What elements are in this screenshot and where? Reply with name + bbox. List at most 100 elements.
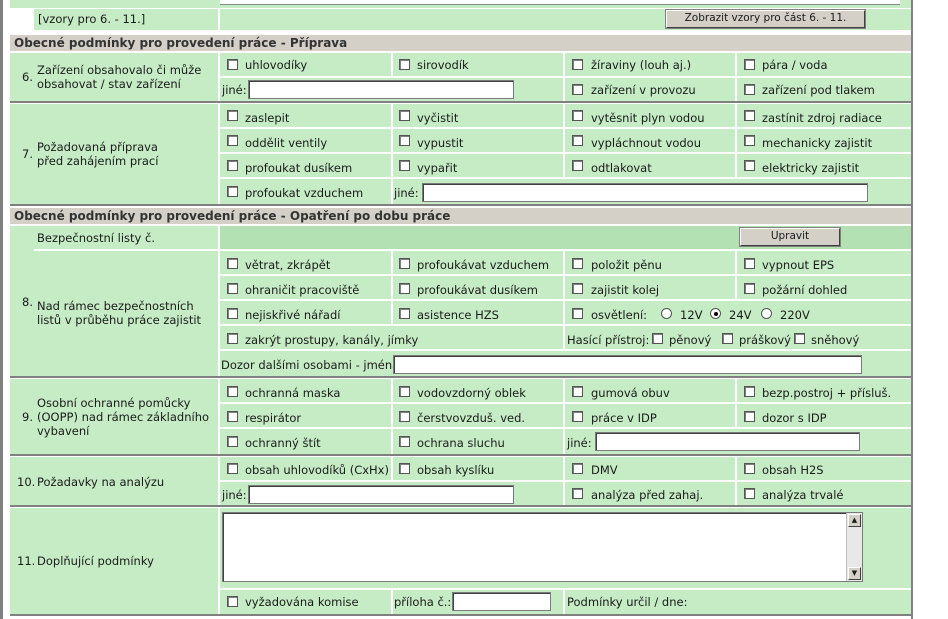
label-shield-radiation: zastínit zdroj radiace: [762, 111, 882, 125]
safety-sheets-label: Bezpečnostní listy č.: [37, 231, 155, 245]
checkbox-purge-n2[interactable]: [227, 160, 238, 171]
row11-num: 11.: [17, 554, 36, 568]
conditions-set-by-label: Podmínky určil / dne:: [567, 595, 688, 609]
row10-other-input[interactable]: [248, 485, 514, 504]
checkbox-cover-openings[interactable]: [227, 333, 238, 344]
checkbox-isolate-valves[interactable]: [227, 135, 238, 146]
row9-title-l3: vybavení: [37, 424, 90, 438]
row11-title: Doplňující podmínky: [37, 554, 154, 568]
checkbox-ventilate[interactable]: [227, 258, 238, 269]
label-steam-water: pára / voda: [762, 58, 828, 72]
show-templates-button[interactable]: Zobrazit vzory pro část 6. - 11.: [665, 9, 866, 29]
radio-12v[interactable]: [661, 308, 672, 319]
checkbox-blind[interactable]: [227, 110, 238, 121]
supervision-input[interactable]: [393, 355, 862, 374]
checkbox-idp-supervision[interactable]: [744, 411, 755, 422]
checkbox-blow-air[interactable]: [399, 258, 410, 269]
checkbox-nonspark-tools[interactable]: [227, 308, 238, 319]
scroll-down-icon[interactable]: ▼: [848, 567, 861, 580]
edit-button[interactable]: Upravit: [739, 227, 841, 247]
extinguisher-label: Hasící přístroj:: [567, 333, 650, 347]
checkbox-shield-radiation[interactable]: [744, 110, 755, 121]
checkbox-powder-ext[interactable]: [722, 333, 733, 344]
checkbox-hzs-assist[interactable]: [399, 308, 410, 319]
checkbox-rubber-boots[interactable]: [572, 386, 583, 397]
checkbox-h2s[interactable]: [399, 59, 410, 70]
checkbox-under-pressure[interactable]: [744, 84, 755, 95]
textarea-scrollbar[interactable]: ▲ ▼: [846, 513, 862, 581]
row9-other-input[interactable]: [595, 432, 860, 451]
row8-num: 8.: [22, 295, 33, 309]
additional-conditions-textarea[interactable]: ▲ ▼: [222, 512, 863, 582]
label-hc-content: obsah uhlovodíků (CxHx): [245, 463, 389, 477]
checkbox-flush-water[interactable]: [572, 135, 583, 146]
row7-num: 7.: [22, 147, 33, 161]
checkbox-depressurize[interactable]: [572, 160, 583, 171]
checkbox-elec-secure[interactable]: [744, 160, 755, 171]
checkbox-foam[interactable]: [572, 258, 583, 269]
label-foam: položit pěnu: [591, 258, 662, 272]
checkbox-analysis-before[interactable]: [572, 488, 583, 499]
checkbox-fence-area[interactable]: [227, 283, 238, 294]
checkbox-mech-secure[interactable]: [744, 135, 755, 146]
checkbox-steam-water[interactable]: [744, 59, 755, 70]
checkbox-face-shield[interactable]: [227, 436, 238, 447]
checkbox-drain[interactable]: [399, 135, 410, 146]
checkbox-blow-n2[interactable]: [399, 283, 410, 294]
checkbox-o2-content[interactable]: [399, 463, 410, 474]
checkbox-eps-off[interactable]: [744, 258, 755, 269]
row6-num: 6.: [22, 70, 33, 84]
checkbox-snow-ext[interactable]: [794, 333, 805, 344]
checkbox-lighting[interactable]: [572, 308, 583, 319]
label-gas-mask: ochranná maska: [245, 386, 341, 400]
label-displace-gas: vytěsnit plyn vodou: [591, 111, 705, 125]
radio-24v[interactable]: [710, 308, 721, 319]
label-drain: vypustit: [417, 136, 464, 150]
checkbox-evaporate[interactable]: [399, 160, 410, 171]
label-dmv: DMV: [591, 463, 618, 477]
row7-other-input[interactable]: [422, 183, 868, 202]
label-cover-openings: zakrýt prostupy, kanály, jímky: [245, 333, 419, 347]
label-purge-air: profoukat vzduchem: [245, 186, 364, 200]
checkbox-hydrocarbons[interactable]: [227, 59, 238, 70]
vzory-label: [vzory pro 6. - 11.]: [38, 12, 146, 26]
checkbox-hearing[interactable]: [399, 436, 410, 447]
label-fresh-air: čerstvovzduš. ved.: [417, 411, 526, 425]
label-isolate-valves: oddělit ventily: [245, 136, 328, 150]
row6-title-l2: obsahovat / stav zařízení: [37, 77, 181, 91]
checkbox-harness[interactable]: [744, 386, 755, 397]
checkbox-purge-air[interactable]: [227, 186, 238, 197]
radio-220v[interactable]: [761, 308, 772, 319]
attachment-input[interactable]: [452, 592, 551, 611]
label-foam-ext: pěnový: [669, 333, 712, 347]
label-idp-work: práce v IDP: [591, 411, 657, 425]
checkbox-gas-mask[interactable]: [227, 386, 238, 397]
checkbox-caustics[interactable]: [572, 59, 583, 70]
checkbox-clean[interactable]: [399, 110, 410, 121]
left-border: [0, 0, 3, 619]
checkbox-fresh-air[interactable]: [399, 411, 410, 422]
permit-form: [vzory pro 6. - 11.] Zobrazit vzory pro …: [10, 0, 911, 619]
label-24v: 24V: [729, 308, 752, 322]
checkbox-analysis-continuous[interactable]: [744, 488, 755, 499]
checkbox-committee[interactable]: [227, 596, 238, 607]
label-eps-off: vypnout EPS: [762, 258, 835, 272]
checkbox-dmv[interactable]: [572, 463, 583, 474]
checkbox-displace-gas[interactable]: [572, 110, 583, 121]
checkbox-secure-track[interactable]: [572, 283, 583, 294]
row6-other-input[interactable]: [248, 80, 514, 99]
scroll-up-icon[interactable]: ▲: [848, 514, 861, 527]
row8-title-l1: Nad rámec bezpečnostních: [37, 299, 194, 313]
checkbox-fire-watch[interactable]: [744, 283, 755, 294]
checkbox-in-operation[interactable]: [572, 84, 583, 95]
checkbox-h2s-content[interactable]: [744, 463, 755, 474]
label-elec-secure: elektricky zajistit: [762, 161, 860, 175]
checkbox-foam-ext[interactable]: [652, 333, 663, 344]
checkbox-idp-work[interactable]: [572, 411, 583, 422]
checkbox-hc-content[interactable]: [227, 463, 238, 474]
checkbox-respirator[interactable]: [227, 411, 238, 422]
label-under-pressure: zařízení pod tlakem: [762, 83, 875, 97]
supervision-label: Dozor dalšími osobami - jména:: [221, 358, 404, 372]
label-hearing: ochrana sluchu: [417, 436, 505, 450]
checkbox-waterproof-suit[interactable]: [399, 386, 410, 397]
